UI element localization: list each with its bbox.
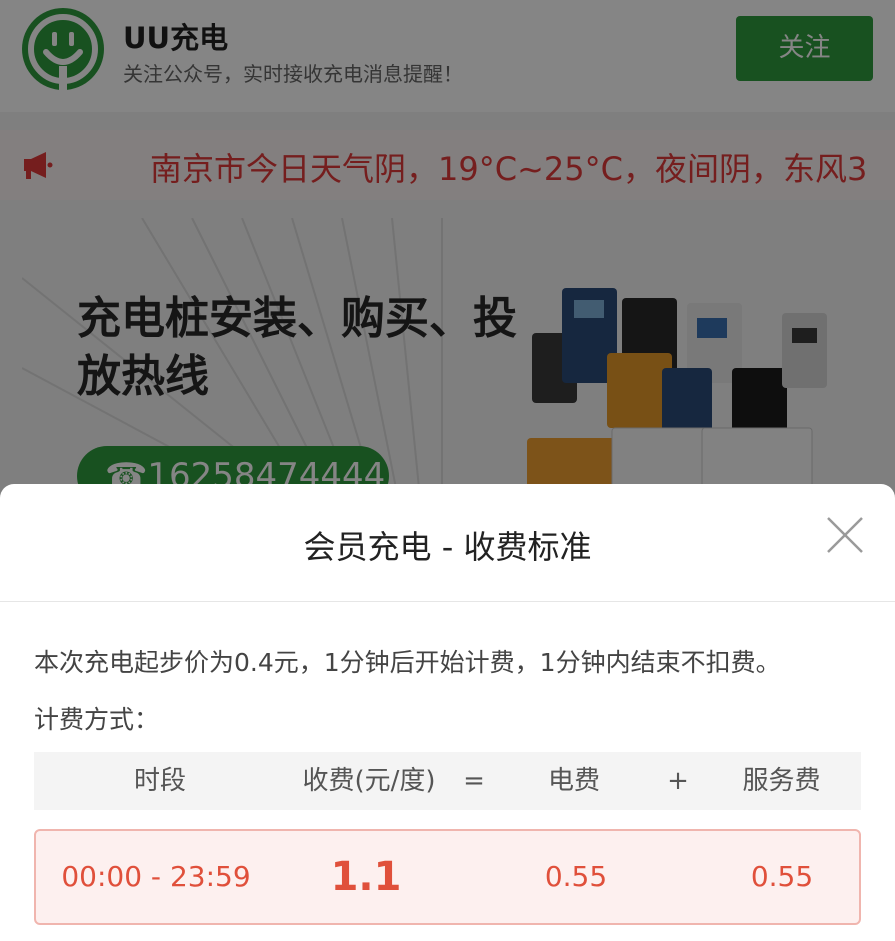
header-plus: +	[667, 766, 689, 796]
sheet-title: 会员充电 - 收费标准	[303, 528, 592, 566]
pricing-table-header: 时段 收费(元/度) = 电费 + 服务费	[34, 752, 861, 810]
row-fee: 1.1	[330, 854, 402, 900]
billing-method-label: 计费方式：	[34, 705, 160, 734]
close-icon[interactable]	[822, 512, 868, 558]
pricing-sheet: 会员充电 - 收费标准 本次充电起步价为0.4元，1分钟后开始计费，1分钟内结束…	[0, 484, 895, 941]
header-equals: =	[463, 766, 485, 796]
header-service: 服务费	[742, 766, 821, 796]
row-period: 00:00 - 23:59	[61, 860, 251, 893]
header-period: 时段	[133, 766, 186, 796]
row-electricity: 0.55	[544, 860, 608, 893]
row-service: 0.55	[750, 860, 814, 893]
pricing-description: 本次充电起步价为0.4元，1分钟后开始计费，1分钟内结束不扣费。	[34, 648, 781, 677]
sheet-divider	[0, 601, 895, 602]
header-electricity: 电费	[547, 766, 600, 796]
header-fee: 收费(元/度)	[302, 766, 436, 796]
table-row: 00:00 - 23:59 1.1 0.55 0.55	[34, 829, 861, 925]
